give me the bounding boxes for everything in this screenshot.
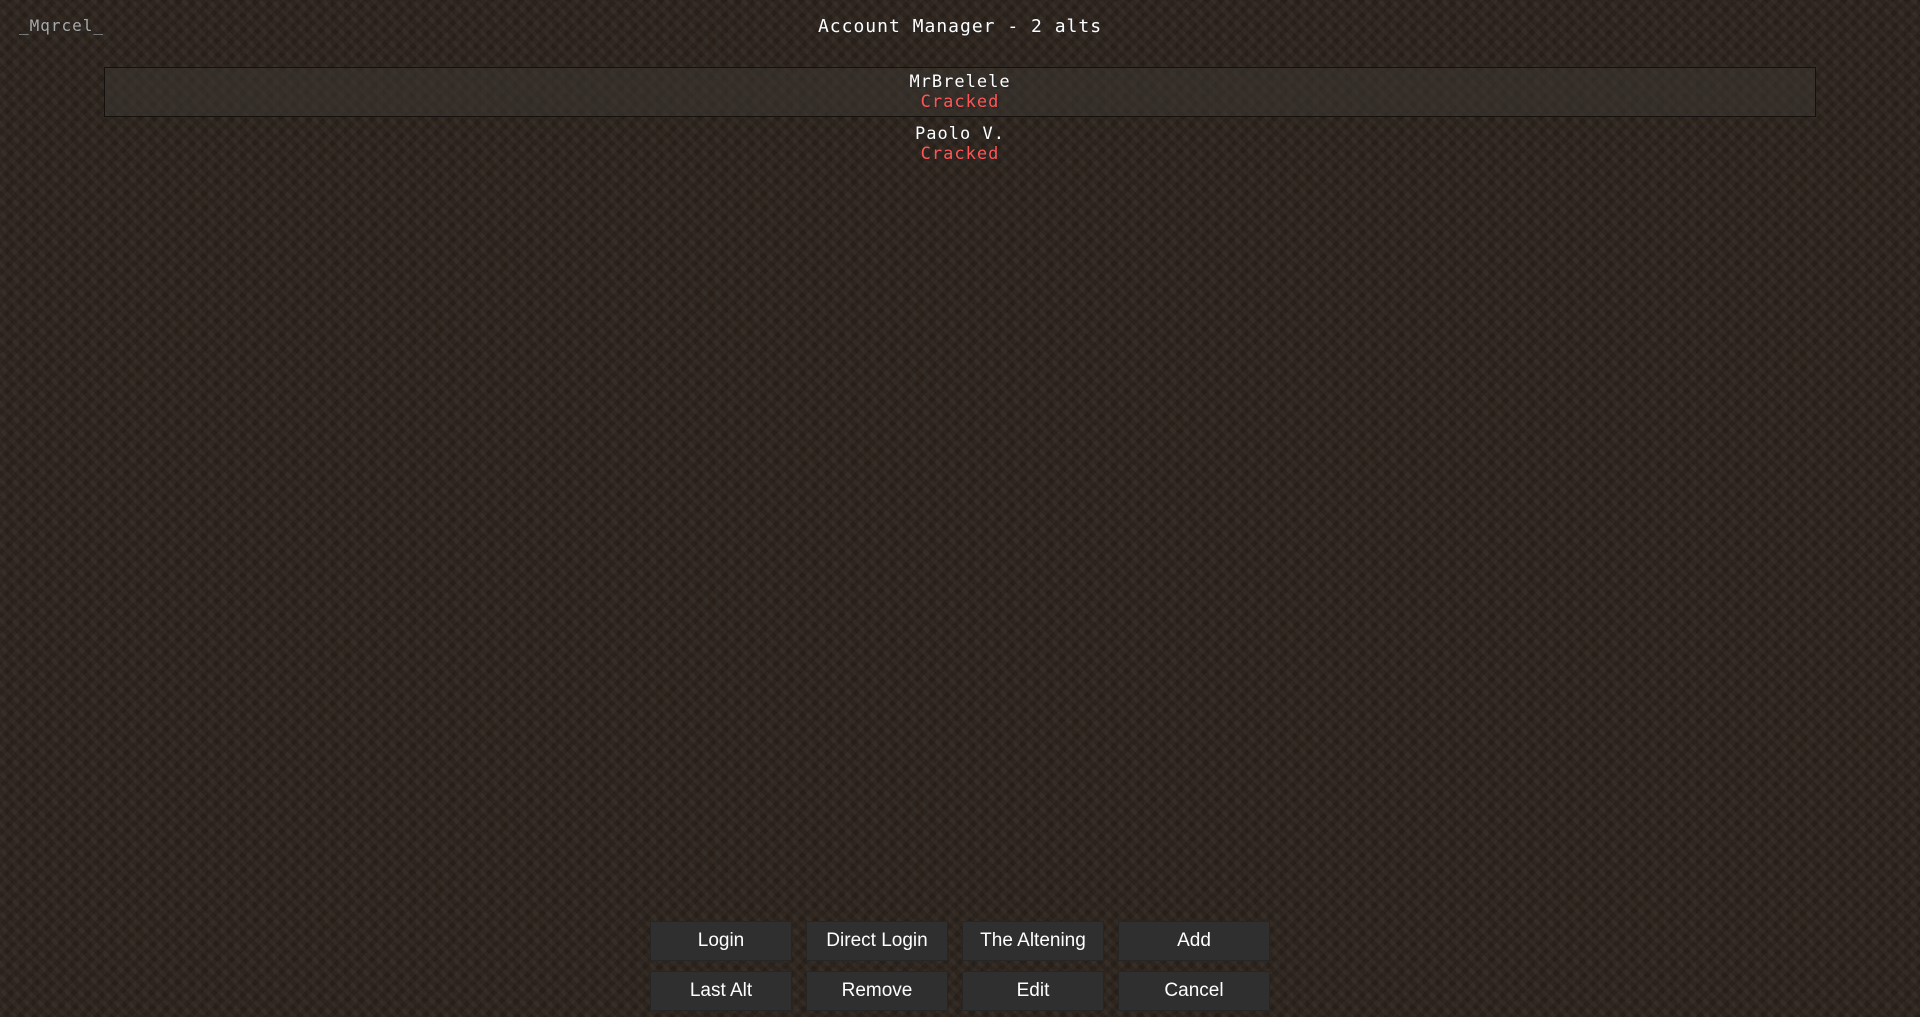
- alt-list-item[interactable]: MrBrelele Cracked: [104, 67, 1816, 117]
- alt-status: Cracked: [920, 144, 1000, 164]
- last-alt-button[interactable]: Last Alt: [650, 971, 792, 1011]
- alt-name: Paolo V.: [915, 124, 1005, 144]
- the-altening-button[interactable]: The Altening: [962, 921, 1104, 961]
- cancel-button[interactable]: Cancel: [1118, 971, 1270, 1011]
- login-button[interactable]: Login: [650, 921, 792, 961]
- alt-status: Cracked: [920, 92, 1000, 112]
- page-title: Account Manager - 2 alts: [817, 16, 1103, 37]
- direct-login-button[interactable]: Direct Login: [806, 921, 948, 961]
- alt-list: MrBrelele Cracked Paolo V. Cracked: [104, 67, 1816, 171]
- action-buttons: Login Direct Login The Altening Add Last…: [650, 921, 1272, 1011]
- alt-name: MrBrelele: [909, 72, 1011, 92]
- remove-button[interactable]: Remove: [806, 971, 948, 1011]
- alt-list-item[interactable]: Paolo V. Cracked: [104, 119, 1816, 169]
- edit-button[interactable]: Edit: [962, 971, 1104, 1011]
- add-button[interactable]: Add: [1118, 921, 1270, 961]
